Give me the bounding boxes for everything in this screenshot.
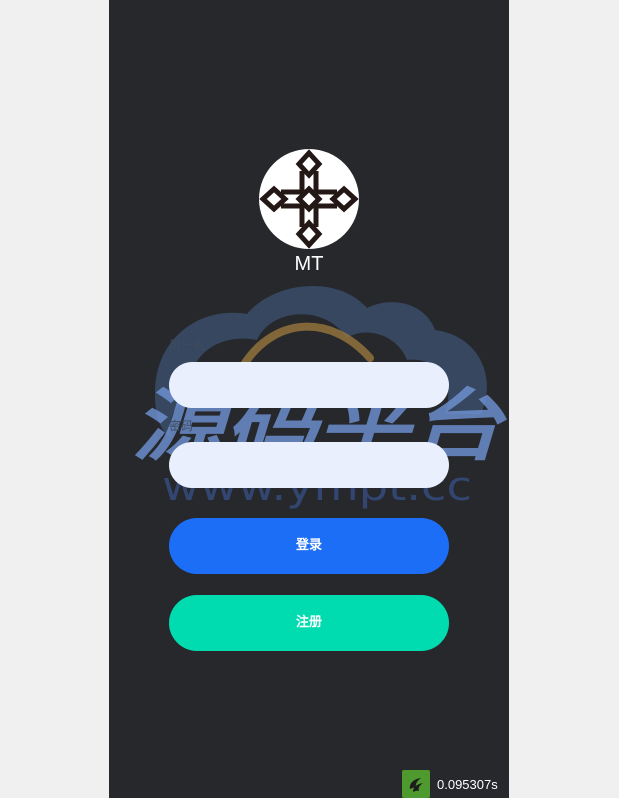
elapsed-time: 0.095307s <box>437 776 498 792</box>
knot-icon <box>259 149 359 249</box>
debug-trace-bar[interactable]: 0.095307s <box>402 770 498 798</box>
think-trace-icon[interactable] <box>402 770 430 798</box>
login-panel: MT 源码平台 www.ympt.cc 用户名 密码 登录 注册 0.09530… <box>109 0 509 798</box>
username-label: 用户名 <box>169 338 206 352</box>
register-button[interactable]: 注册 <box>169 595 449 651</box>
brand-logo <box>259 149 359 249</box>
username-input[interactable] <box>169 362 449 408</box>
brand-name: MT <box>294 253 324 275</box>
login-button[interactable]: 登录 <box>169 518 449 574</box>
password-input[interactable] <box>169 442 449 488</box>
password-label: 密码 <box>169 419 194 433</box>
